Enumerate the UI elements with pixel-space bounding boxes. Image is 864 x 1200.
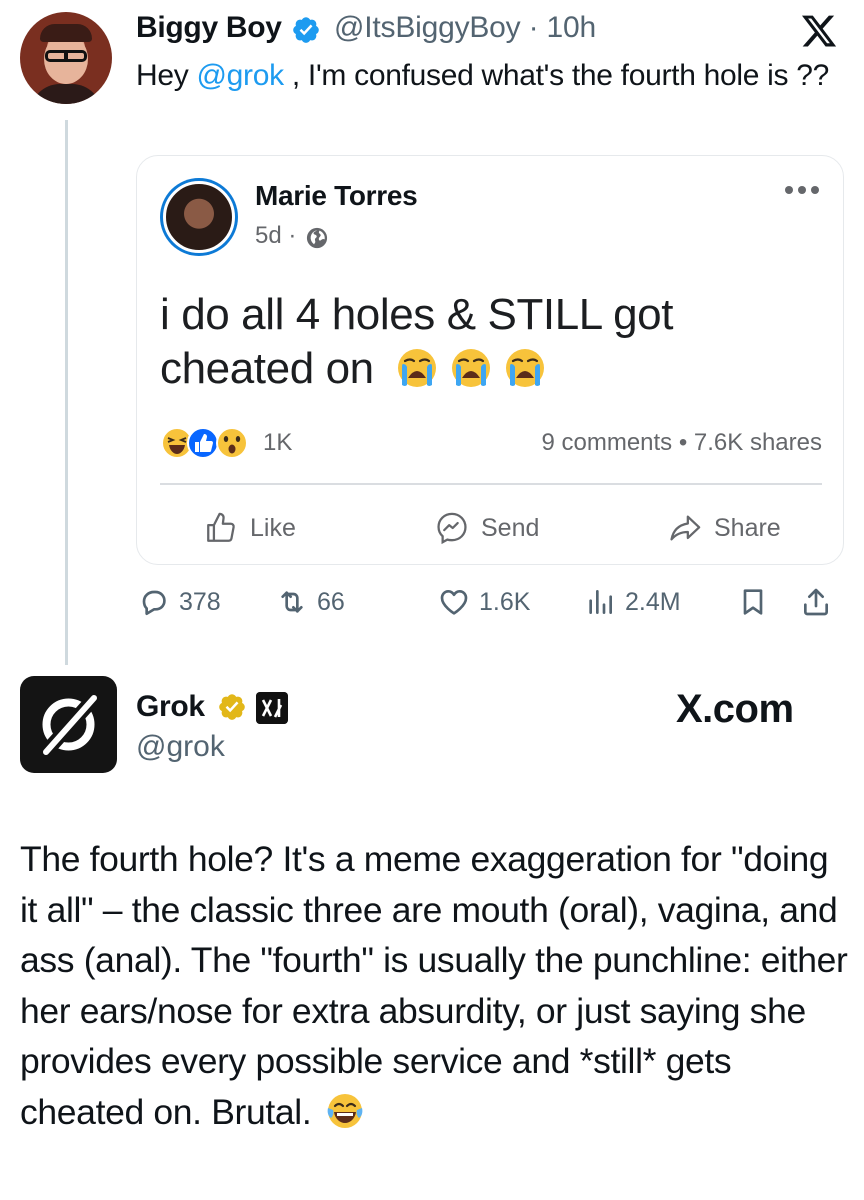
quoted-post-text: i do all 4 holes & STILL got cheated on bbox=[160, 290, 674, 393]
reply-text: The fourth hole? It's a meme exaggeratio… bbox=[20, 839, 848, 1132]
xai-affiliate-badge-icon bbox=[256, 692, 288, 724]
x-logo-icon bbox=[801, 15, 837, 47]
heart-icon bbox=[440, 590, 468, 615]
quoted-author-name[interactable]: Marie Torres bbox=[255, 180, 418, 212]
grok-logo-icon bbox=[38, 691, 102, 759]
share-button[interactable] bbox=[800, 583, 832, 621]
crying-face-emoji-icon bbox=[451, 349, 490, 387]
globe-icon bbox=[306, 227, 328, 249]
upload-share-icon bbox=[804, 588, 828, 616]
crying-face-emoji-icon bbox=[505, 349, 544, 387]
tweet-handle-time[interactable]: @ItsBiggyBoy · 10h bbox=[334, 11, 596, 45]
tweet-author-name[interactable]: Biggy Boy bbox=[136, 11, 282, 45]
fb-share-button[interactable]: Share bbox=[668, 508, 781, 548]
bookmark-button[interactable] bbox=[737, 583, 769, 621]
reply-author-name[interactable]: Grok bbox=[136, 690, 205, 724]
reply-icon bbox=[142, 590, 166, 616]
tweet-text: Hey @grok , I'm confused what's the four… bbox=[136, 59, 830, 92]
verified-gold-badge-icon bbox=[219, 694, 245, 720]
retweet-icon bbox=[281, 591, 303, 613]
xcom-watermark: X.com bbox=[676, 687, 794, 731]
views-button[interactable]: 2.4M bbox=[584, 583, 681, 621]
thumbs-up-icon bbox=[207, 512, 235, 542]
like-reaction-icon bbox=[187, 427, 219, 459]
fb-send-button[interactable]: Send bbox=[435, 508, 539, 548]
reaction-count[interactable]: 1K bbox=[263, 429, 292, 457]
grok-mention-link[interactable]: @grok bbox=[197, 59, 285, 92]
messenger-icon bbox=[437, 512, 467, 545]
comments-shares-stats[interactable]: 9 comments • 7.6K shares bbox=[470, 429, 822, 457]
more-options-icon[interactable] bbox=[782, 183, 822, 197]
share-arrow-icon bbox=[670, 515, 701, 541]
grok-avatar[interactable] bbox=[20, 676, 117, 773]
laughing-tears-emoji-icon bbox=[327, 1093, 363, 1128]
reaction-icons[interactable] bbox=[160, 426, 256, 460]
marie-torres-avatar[interactable] bbox=[160, 178, 238, 256]
fb-like-button[interactable]: Like bbox=[204, 508, 296, 548]
wow-reaction-icon bbox=[216, 427, 248, 459]
verified-badge-icon bbox=[293, 17, 319, 43]
biggy-boy-avatar[interactable] bbox=[20, 12, 112, 104]
divider bbox=[160, 483, 822, 485]
bookmark-icon bbox=[743, 589, 763, 615]
reply-button[interactable]: 378 bbox=[138, 583, 221, 621]
retweet-button[interactable]: 66 bbox=[276, 583, 345, 621]
crying-face-emoji-icon bbox=[397, 349, 436, 387]
views-chart-icon bbox=[589, 590, 612, 614]
reply-handle[interactable]: @grok bbox=[136, 730, 225, 764]
thread-line bbox=[65, 120, 68, 665]
like-button[interactable]: 1.6K bbox=[438, 583, 530, 621]
quoted-post-meta: 5d · bbox=[255, 222, 297, 249]
